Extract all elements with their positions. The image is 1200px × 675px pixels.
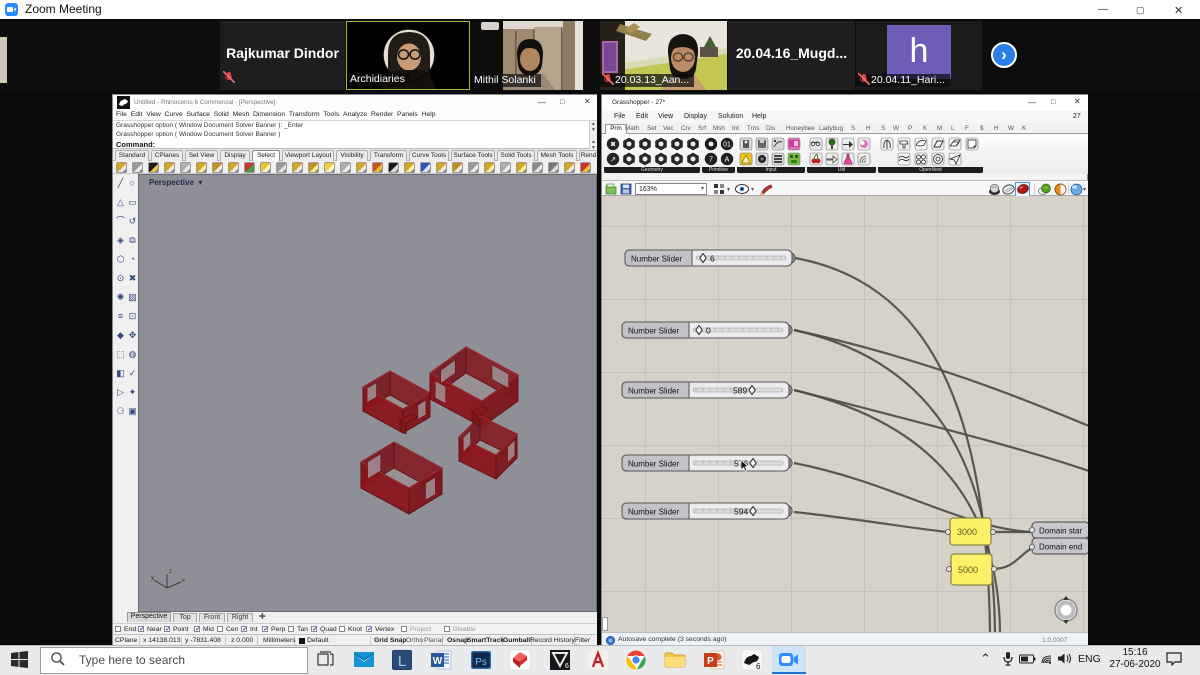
- svg-text:Number Slider: Number Slider: [628, 327, 679, 336]
- svg-text:A: A: [725, 157, 730, 164]
- svg-text:01: 01: [723, 142, 731, 149]
- svg-text:Number Slider: Number Slider: [628, 460, 679, 469]
- svg-text:0: 0: [706, 326, 711, 336]
- svg-text:3000: 3000: [957, 527, 977, 537]
- svg-text:W: W: [433, 656, 443, 667]
- svg-text:589: 589: [733, 386, 747, 396]
- svg-text:Ps: Ps: [475, 657, 487, 668]
- svg-text:Number Slider: Number Slider: [628, 508, 679, 517]
- svg-text:y: y: [151, 575, 154, 581]
- svg-text:6: 6: [710, 254, 715, 264]
- svg-text:594: 594: [734, 507, 748, 517]
- svg-text:Number Slider: Number Slider: [631, 255, 682, 264]
- svg-text:7: 7: [709, 157, 713, 164]
- svg-text:Domain star: Domain star: [1039, 527, 1082, 536]
- svg-text:x: x: [182, 578, 185, 584]
- svg-text:L: L: [398, 653, 406, 670]
- svg-text:Domain end: Domain end: [1039, 543, 1082, 552]
- svg-text:6: 6: [565, 663, 569, 670]
- svg-text:↗: ↗: [610, 157, 616, 164]
- svg-text:P: P: [707, 656, 714, 667]
- svg-text:Number Slider: Number Slider: [628, 387, 679, 396]
- svg-text:z: z: [169, 569, 172, 575]
- svg-text:5000: 5000: [958, 565, 978, 575]
- svg-text:6: 6: [756, 662, 761, 671]
- svg-text:✖: ✖: [610, 142, 616, 149]
